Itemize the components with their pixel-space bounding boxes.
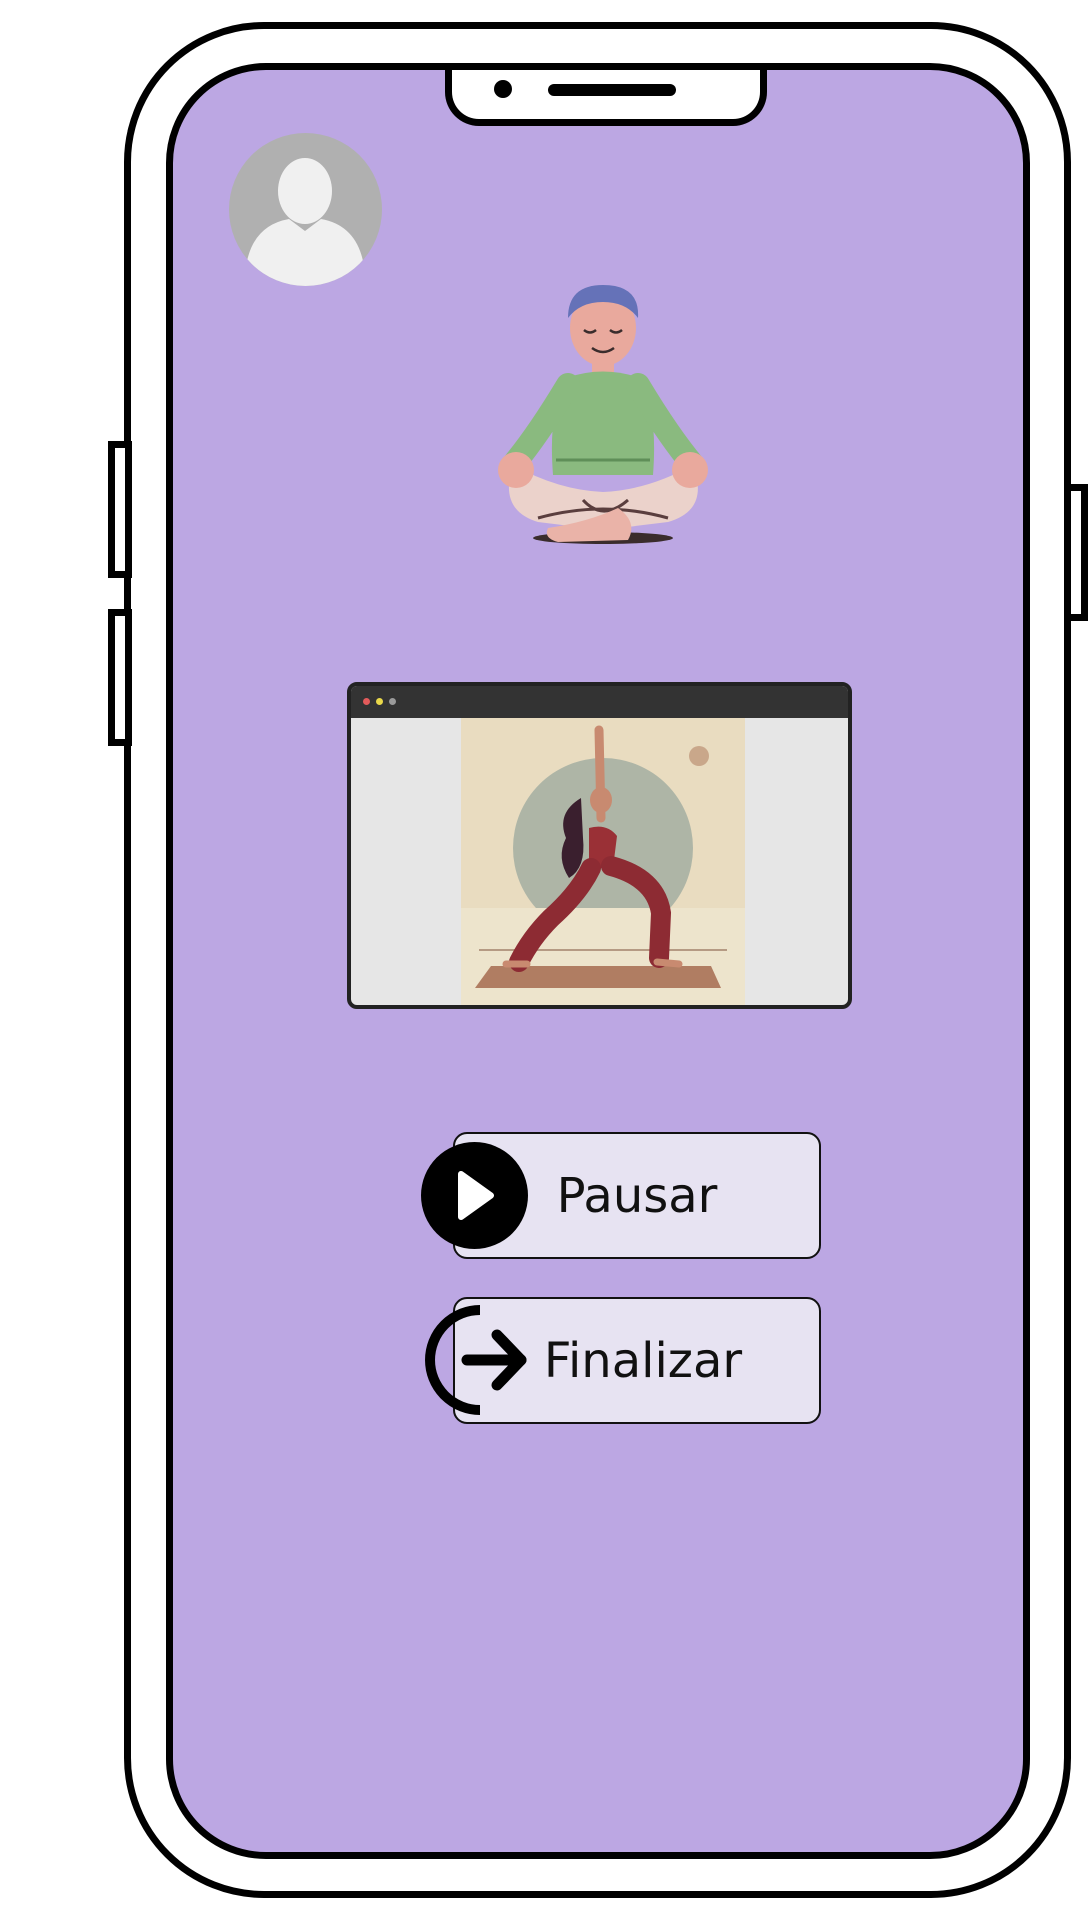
earpiece-speaker (548, 84, 676, 96)
video-player[interactable] (347, 682, 852, 1009)
finish-label: Finalizar (543, 1332, 743, 1389)
window-title-bar (351, 686, 848, 718)
pause-label: Pausar (556, 1167, 718, 1224)
phone-notch (445, 70, 767, 126)
window-maximize-dot (389, 698, 396, 705)
power-button (1064, 484, 1088, 621)
pause-button[interactable]: Pausar (421, 1132, 821, 1259)
volume-down-button (108, 609, 132, 746)
window-minimize-dot (376, 698, 383, 705)
volume-up-button (108, 441, 132, 578)
yoga-warrior-pose-illustration (461, 718, 745, 1005)
finish-button[interactable]: Finalizar (425, 1297, 821, 1424)
app-screen: Pausar Finalizar (166, 63, 1030, 1859)
user-avatar-icon[interactable] (229, 133, 382, 286)
window-close-dot (363, 698, 370, 705)
meditating-person-illustration (498, 285, 708, 544)
front-camera (494, 80, 512, 98)
avatar-silhouette (247, 158, 363, 286)
